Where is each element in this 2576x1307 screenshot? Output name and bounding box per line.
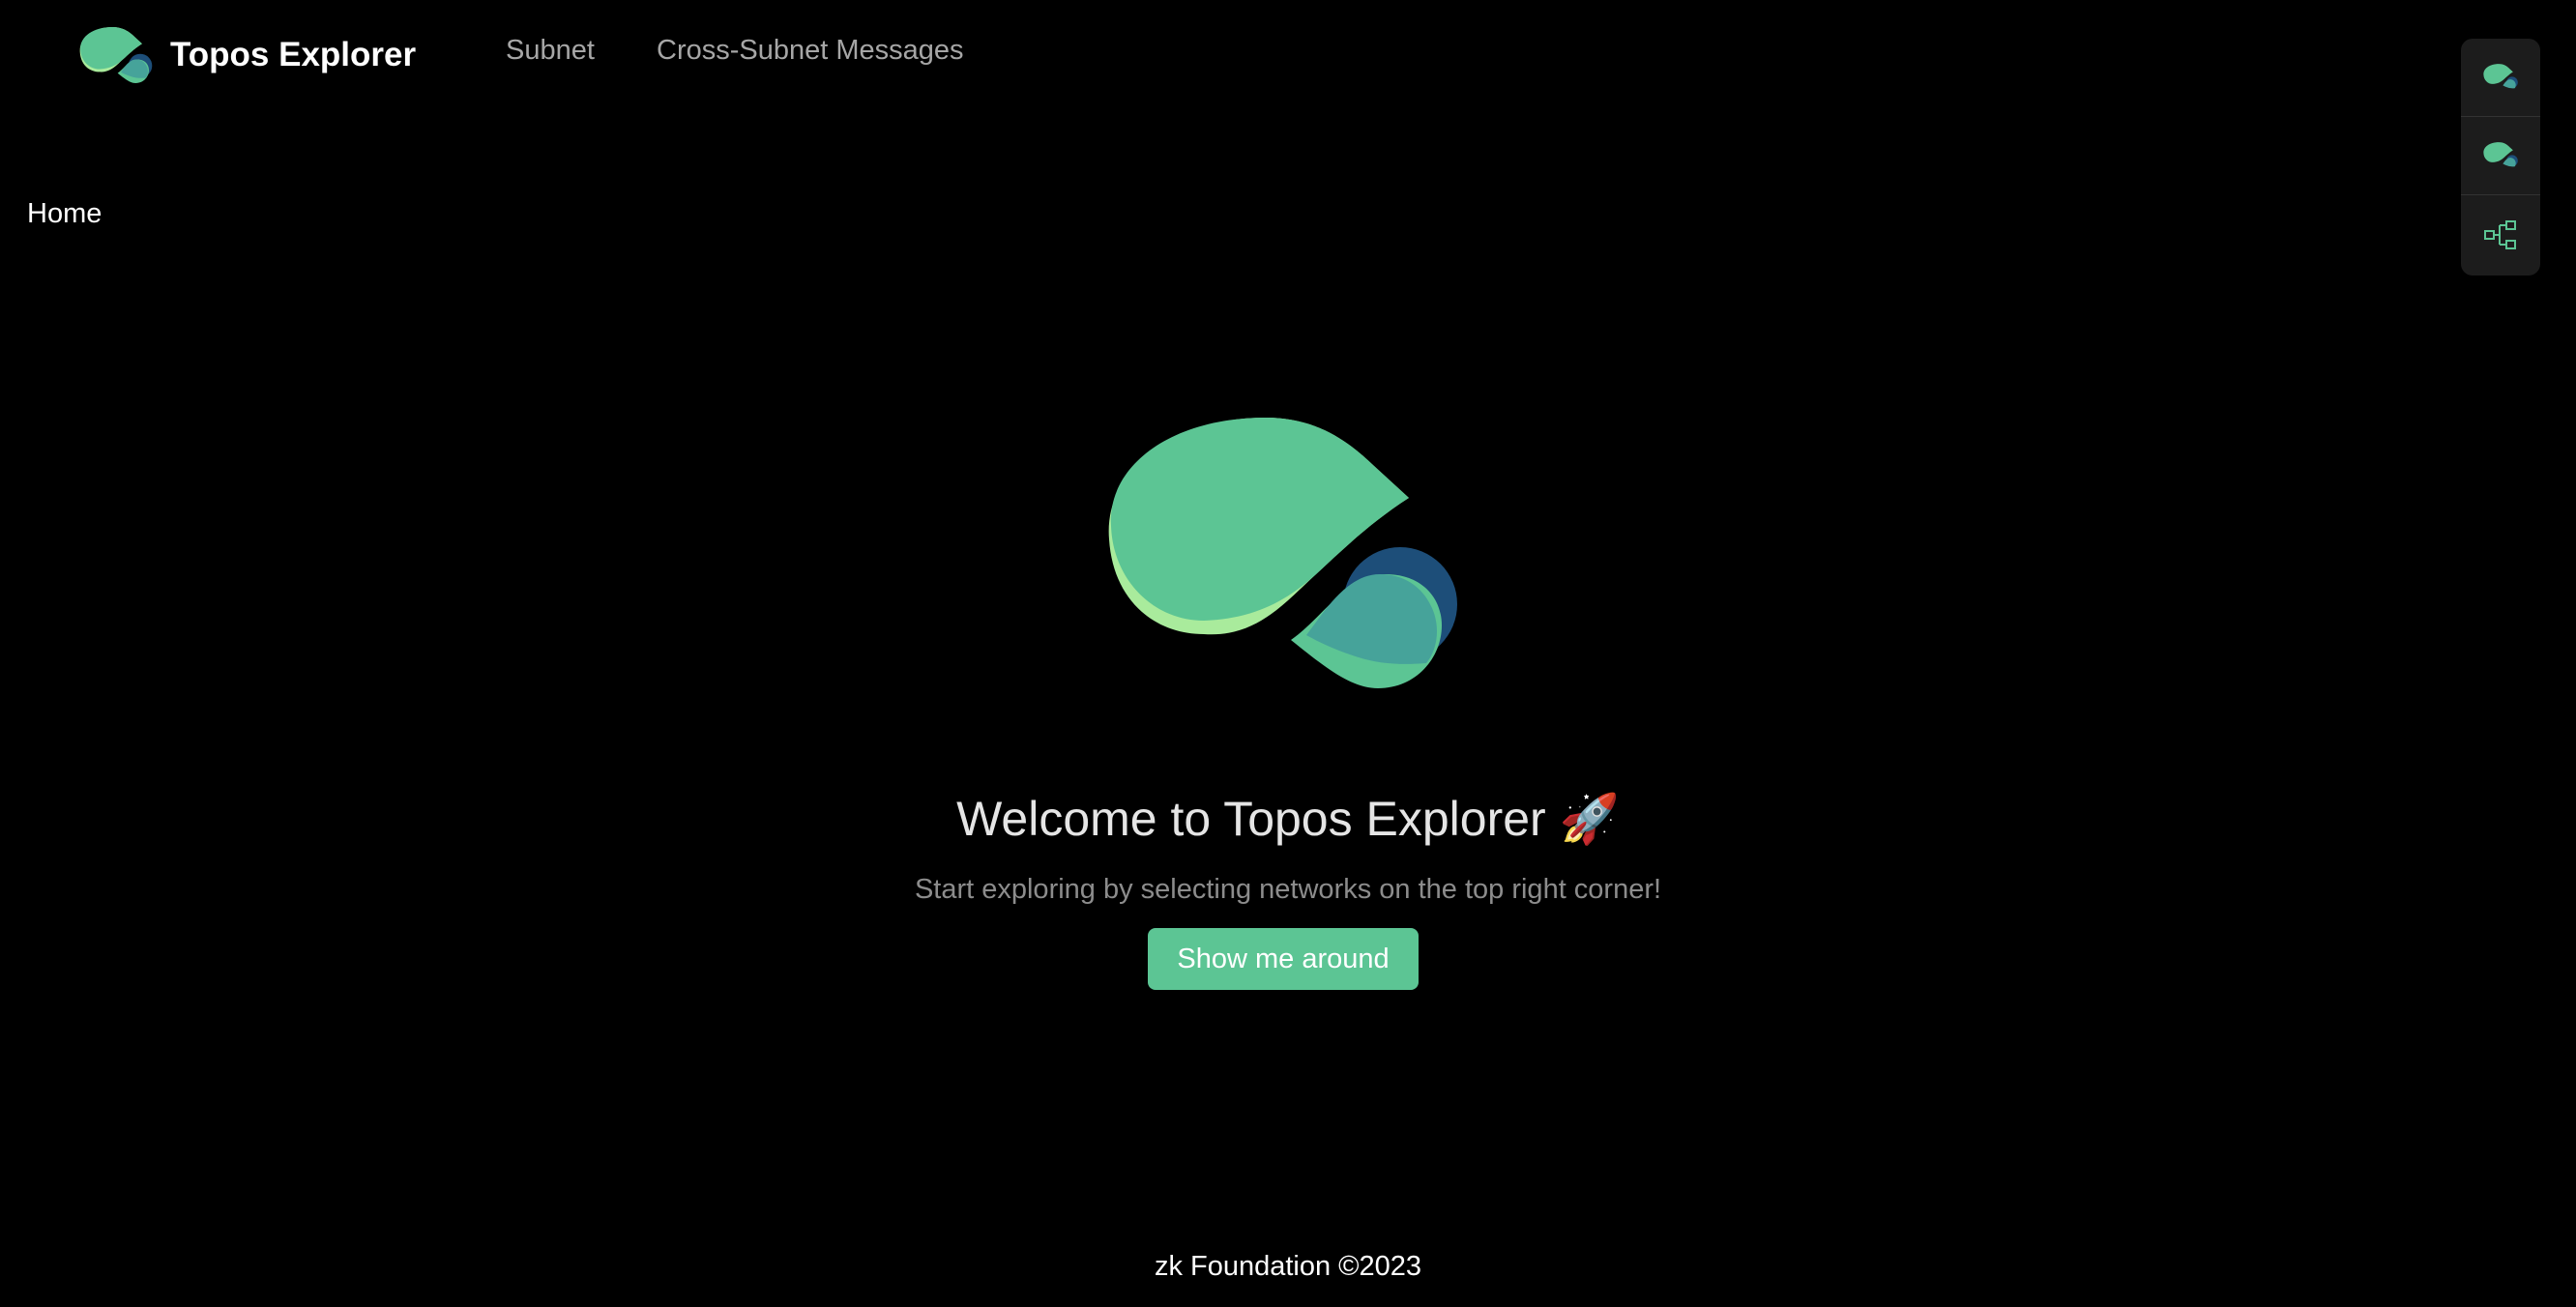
topos-logo-icon: [2483, 142, 2518, 169]
breadcrumb-home[interactable]: Home: [27, 198, 102, 229]
network-selector-panel: [2461, 39, 2540, 276]
subnet-tree-icon: [2483, 219, 2518, 250]
hero-logo: [1107, 418, 1459, 688]
app-title: Topos Explorer: [170, 36, 417, 73]
subnet-network-button[interactable]: [2461, 117, 2540, 195]
nav-link-subnet[interactable]: Subnet: [506, 35, 595, 67]
topos-network-button[interactable]: [2461, 39, 2540, 117]
top-navbar: Topos Explorer Subnet Cross-Subnet Messa…: [0, 0, 2576, 108]
footer-copyright: zk Foundation ©2023: [1154, 1251, 1422, 1282]
welcome-title: Welcome to Topos Explorer 🚀: [956, 792, 1620, 846]
breadcrumb: Home: [27, 198, 102, 230]
nav-link-cross-subnet-messages[interactable]: Cross-Subnet Messages: [657, 35, 964, 67]
topos-logo-icon: [2483, 64, 2518, 91]
topos-logo-icon: [1108, 418, 1457, 688]
subnet-tree-button[interactable]: [2461, 195, 2540, 274]
brand[interactable]: Topos Explorer: [79, 27, 416, 83]
welcome-subtitle: Start exploring by selecting networks on…: [914, 874, 1662, 905]
show-me-around-button[interactable]: Show me around: [1148, 928, 1419, 990]
topos-logo-icon: [79, 27, 153, 83]
